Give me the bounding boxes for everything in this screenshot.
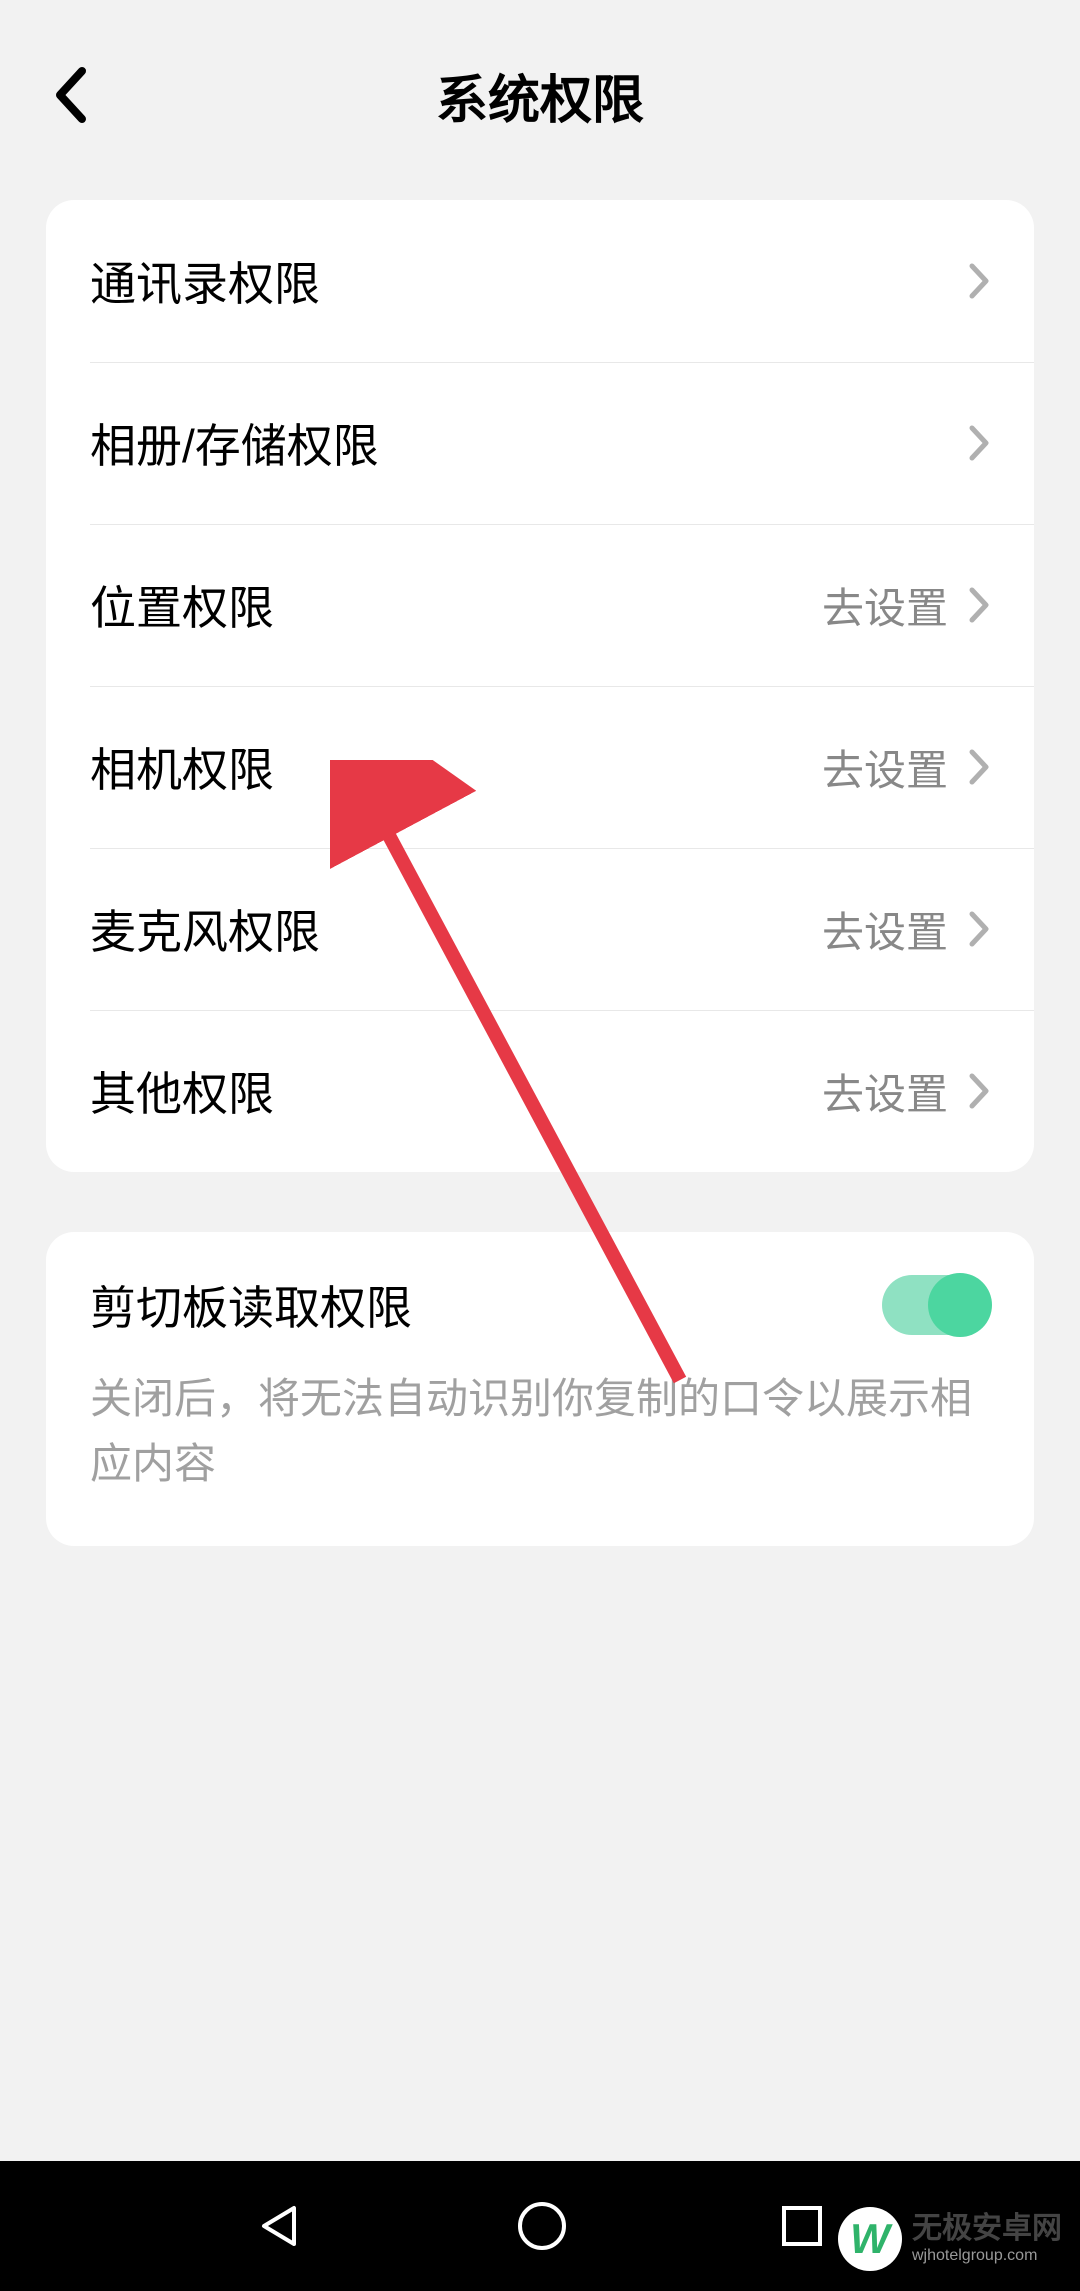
nav-recents-button[interactable] <box>780 2204 824 2248</box>
clipboard-card: 剪切板读取权限 关闭后，将无法自动识别你复制的口令以展示相应内容 <box>46 1232 1034 1546</box>
clipboard-toggle-row: 剪切板读取权限 <box>90 1272 990 1338</box>
item-label: 麦克风权限 <box>90 896 320 962</box>
header-bar: 系统权限 <box>0 20 1080 170</box>
permission-item-other[interactable]: 其他权限 去设置 <box>46 1010 1034 1172</box>
item-action: 去设置 <box>822 575 948 636</box>
permission-item-contacts[interactable]: 通讯录权限 <box>46 200 1034 362</box>
page-title: 系统权限 <box>0 58 1080 133</box>
chevron-right-icon <box>968 424 990 462</box>
circle-home-icon <box>516 2200 568 2252</box>
clipboard-label: 剪切板读取权限 <box>90 1272 412 1338</box>
nav-home-button[interactable] <box>516 2200 568 2252</box>
item-right: 去设置 <box>822 575 990 636</box>
item-label: 相册/存储权限 <box>90 410 379 476</box>
toggle-knob <box>928 1273 992 1337</box>
triangle-back-icon <box>256 2202 304 2250</box>
item-label: 位置权限 <box>90 572 274 638</box>
chevron-left-icon <box>52 65 88 125</box>
item-action: 去设置 <box>822 737 948 798</box>
item-action: 去设置 <box>822 899 948 960</box>
item-label: 通讯录权限 <box>90 248 320 314</box>
square-recents-icon <box>780 2204 824 2248</box>
item-right <box>948 424 990 462</box>
nav-back-button[interactable] <box>256 2202 304 2250</box>
chevron-right-icon <box>968 1072 990 1110</box>
chevron-right-icon <box>968 586 990 624</box>
clipboard-description: 关闭后，将无法自动识别你复制的口令以展示相应内容 <box>90 1366 990 1496</box>
back-button[interactable] <box>40 65 100 125</box>
chevron-right-icon <box>968 910 990 948</box>
clipboard-toggle[interactable] <box>882 1275 990 1335</box>
watermark: W 无极安卓网 wjhotelgroup.com <box>838 2207 1062 2271</box>
permission-item-microphone[interactable]: 麦克风权限 去设置 <box>46 848 1034 1010</box>
watermark-title: 无极安卓网 <box>912 2214 1062 2244</box>
item-right <box>948 262 990 300</box>
item-action: 去设置 <box>822 1061 948 1122</box>
permission-item-storage[interactable]: 相册/存储权限 <box>46 362 1034 524</box>
item-label: 相机权限 <box>90 734 274 800</box>
permissions-card: 通讯录权限 相册/存储权限 位置权限 去设置 相机权限 去设置 <box>46 200 1034 1172</box>
chevron-right-icon <box>968 748 990 786</box>
permission-item-camera[interactable]: 相机权限 去设置 <box>46 686 1034 848</box>
item-right: 去设置 <box>822 737 990 798</box>
item-right: 去设置 <box>822 1061 990 1122</box>
watermark-text: 无极安卓网 wjhotelgroup.com <box>912 2214 1062 2264</box>
item-label: 其他权限 <box>90 1058 274 1124</box>
permission-item-location[interactable]: 位置权限 去设置 <box>46 524 1034 686</box>
status-bar <box>0 0 1080 20</box>
watermark-subtitle: wjhotelgroup.com <box>912 2248 1062 2264</box>
item-right: 去设置 <box>822 899 990 960</box>
chevron-right-icon <box>968 262 990 300</box>
watermark-logo: W <box>838 2207 902 2271</box>
